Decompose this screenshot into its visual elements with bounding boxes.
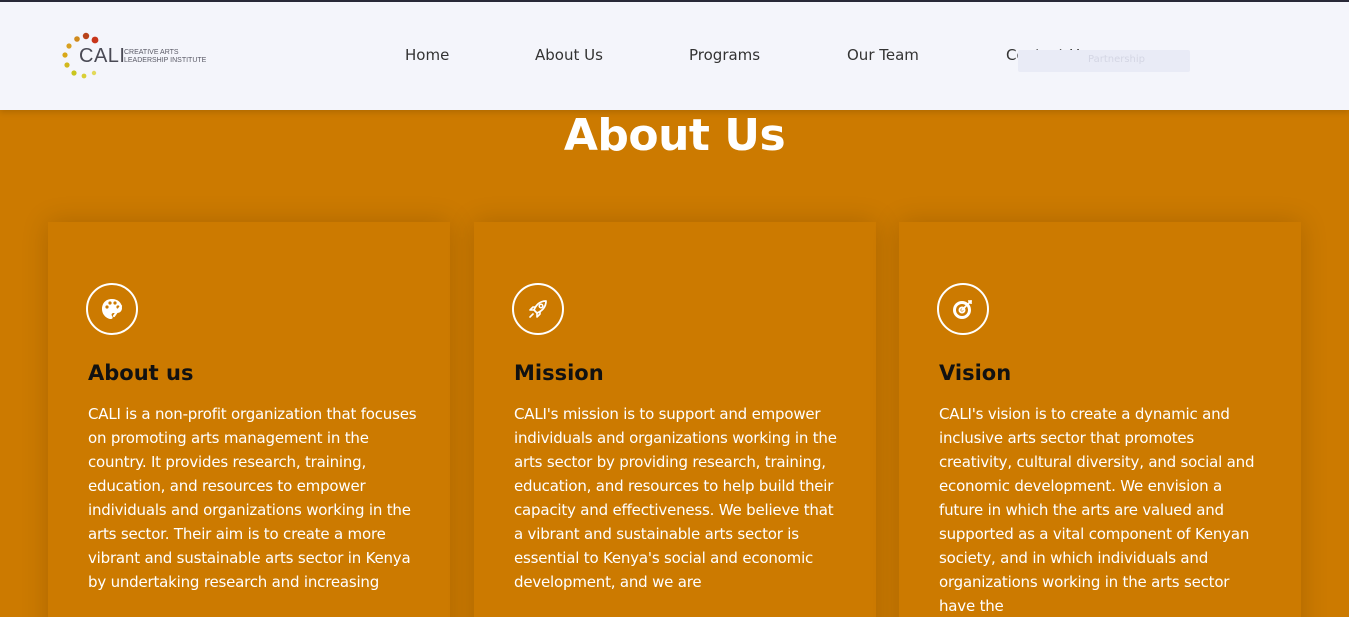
partnership-button[interactable]: Partnership [1018,50,1190,72]
vision-card-heading: Vision [939,361,1012,385]
vision-card: Vision CALI's vision is to create a dyna… [899,222,1301,617]
about-card: About us CALI is a non-profit organizati… [48,222,450,617]
rocket-icon [512,283,564,335]
nav-home[interactable]: Home [405,46,449,64]
page-title: About Us [563,110,786,161]
about-card-body: CALI is a non-profit organization that f… [88,405,417,591]
about-card-heading: About us [88,361,194,385]
partnership-button-label: Partnership [1088,54,1146,65]
nav-programs[interactable]: Programs [689,46,760,64]
mission-card-heading: Mission [514,361,604,385]
vision-card-body: CALI's vision is to create a dynamic and… [939,405,1255,615]
mission-card-body: CALI's mission is to support and empower… [514,405,837,591]
nav-about-us[interactable]: About Us [535,46,603,64]
nav-our-team[interactable]: Our Team [847,46,919,64]
palette-icon [86,283,138,335]
target-icon [937,283,989,335]
mission-card: Mission CALI's mission is to support and… [474,222,876,617]
site-header: CALI Creative Arts Leadership Institute … [0,2,1349,110]
